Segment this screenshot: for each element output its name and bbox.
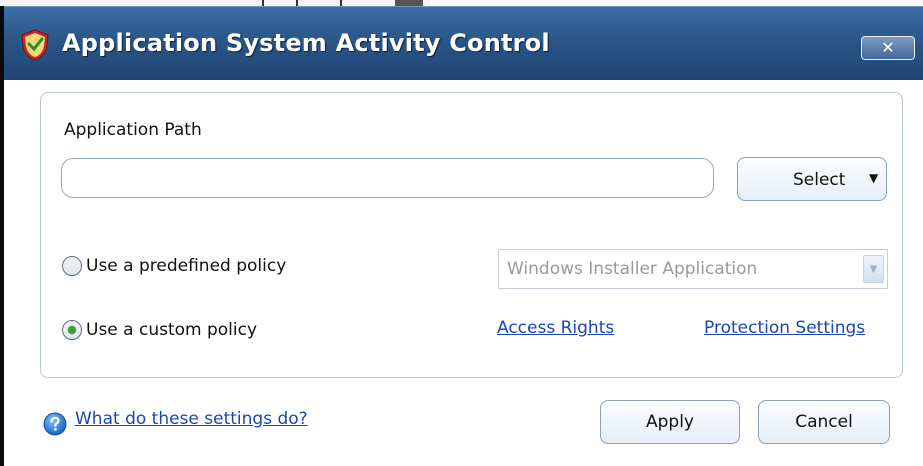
custom-policy-radio[interactable] xyxy=(62,320,82,340)
predefined-policy-value: Windows Installer Application xyxy=(507,259,758,279)
chevron-down-icon: ▼ xyxy=(869,171,879,185)
custom-policy-option[interactable]: Use a custom policy xyxy=(62,320,257,340)
application-path-input[interactable] xyxy=(61,158,714,198)
predefined-policy-label: Use a predefined policy xyxy=(86,256,287,276)
access-rights-link[interactable]: Access Rights xyxy=(497,318,614,338)
dialog-body: Application Path Select ▼ Use a predefin… xyxy=(4,80,923,466)
close-button[interactable]: ✕ xyxy=(861,36,915,60)
close-icon: ✕ xyxy=(881,38,895,57)
select-button-label: Select xyxy=(793,170,846,190)
shield-icon xyxy=(21,29,49,61)
protection-settings-link[interactable]: Protection Settings xyxy=(704,318,865,338)
help-link[interactable]: What do these settings do? xyxy=(75,409,308,429)
title-bar[interactable]: Application System Activity Control ✕ xyxy=(4,6,923,80)
help-icon[interactable] xyxy=(43,412,67,436)
predefined-policy-dropdown: Windows Installer Application ▼ xyxy=(498,249,888,289)
application-path-label: Application Path xyxy=(64,120,202,140)
select-button[interactable]: Select ▼ xyxy=(737,157,887,201)
predefined-policy-option[interactable]: Use a predefined policy xyxy=(62,256,286,276)
custom-policy-label: Use a custom policy xyxy=(86,320,258,340)
cancel-button[interactable]: Cancel xyxy=(758,400,890,444)
chevron-down-icon: ▼ xyxy=(863,255,884,283)
window-title: Application System Activity Control xyxy=(62,29,550,57)
predefined-policy-radio[interactable] xyxy=(62,256,82,276)
apply-button[interactable]: Apply xyxy=(600,400,740,444)
